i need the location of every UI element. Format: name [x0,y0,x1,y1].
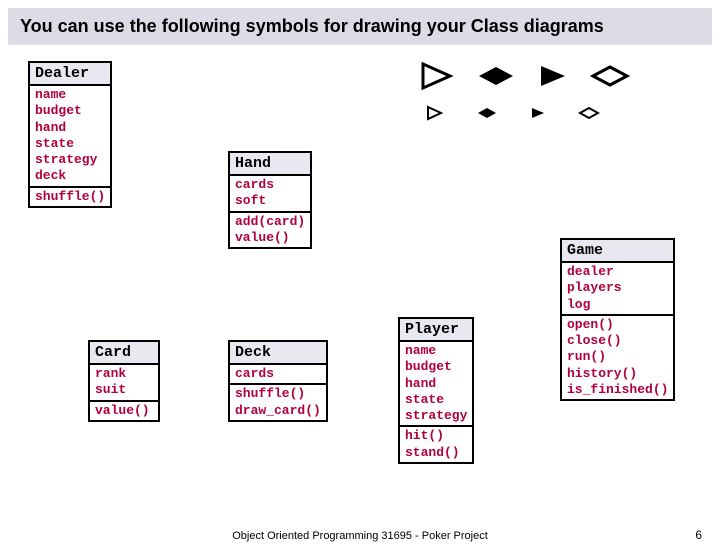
class-attributes: namebudgethandstatestrategy [400,342,472,427]
class-methods: hit()stand() [400,427,472,462]
class-member: cards [235,177,305,193]
class-name: Dealer [30,63,110,86]
class-attributes: dealerplayerslog [562,263,673,316]
class-member: history() [567,366,668,382]
class-methods: add(card)value() [230,213,310,248]
class-member: name [405,343,467,359]
class-name: Deck [230,342,326,365]
class-member: value() [235,230,305,246]
class-member: shuffle() [235,386,321,402]
class-methods: value() [90,402,158,420]
class-attributes: namebudgethandstatestrategydeck [30,86,110,188]
filled-diamond-icon [476,64,516,88]
class-member: rank [95,366,153,382]
class-member: is_finished() [567,382,668,398]
class-member: hit() [405,428,467,444]
class-member: open() [567,317,668,333]
symbol-row-small [426,105,630,121]
class-member: stand() [405,445,467,461]
symbol-row-large [420,61,630,91]
class-member: close() [567,333,668,349]
class-member: value() [95,403,153,419]
class-deck: Deck cards shuffle()draw_card() [228,340,328,422]
class-member: log [567,297,668,313]
class-member: hand [35,120,105,136]
class-member: add(card) [235,214,305,230]
class-member: strategy [35,152,105,168]
class-name: Game [562,240,673,263]
uml-symbols-palette [420,61,630,135]
class-member: cards [235,366,321,382]
class-attributes: ranksuit [90,365,158,402]
class-member: dealer [567,264,668,280]
filled-triangle-right-icon [530,106,546,120]
class-methods: open()close()run()history()is_finished() [562,316,673,399]
diagram-canvas: Dealer namebudgethandstatestrategydeck s… [0,53,720,493]
class-member: shuffle() [35,189,105,205]
class-member: soft [235,193,305,209]
filled-diamond-icon [476,106,498,120]
class-name: Player [400,319,472,342]
open-triangle-right-icon [420,61,454,91]
class-methods: shuffle() [30,188,110,206]
class-member: budget [35,103,105,119]
class-attributes: cardssoft [230,176,310,213]
class-member: draw_card() [235,403,321,419]
slide-title: You can use the following symbols for dr… [8,8,712,45]
class-member: state [405,392,467,408]
open-diamond-icon [578,106,600,120]
class-hand: Hand cardssoft add(card)value() [228,151,312,249]
class-player: Player namebudgethandstatestrategy hit()… [398,317,474,464]
open-triangle-right-icon [426,105,444,121]
class-name: Hand [230,153,310,176]
class-game: Game dealerplayerslog open()close()run()… [560,238,675,401]
open-diamond-icon [590,64,630,88]
slide-footer: Object Oriented Programming 31695 - Poke… [0,530,720,542]
class-member: state [35,136,105,152]
class-card: Card ranksuit value() [88,340,160,422]
class-member: budget [405,359,467,375]
class-member: deck [35,168,105,184]
filled-triangle-right-icon [538,63,568,89]
class-member: suit [95,382,153,398]
class-member: hand [405,376,467,392]
class-dealer: Dealer namebudgethandstatestrategydeck s… [28,61,112,208]
class-member: name [35,87,105,103]
class-methods: shuffle()draw_card() [230,385,326,420]
class-member: players [567,280,668,296]
class-member: run() [567,349,668,365]
class-member: strategy [405,408,467,424]
class-attributes: cards [230,365,326,385]
class-name: Card [90,342,158,365]
